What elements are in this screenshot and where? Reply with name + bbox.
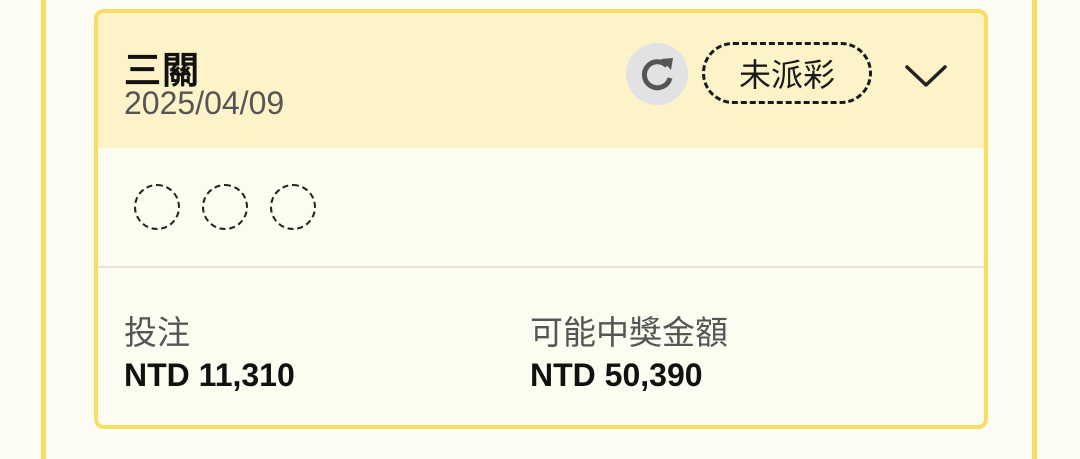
bet-amount-value: NTD 11,310 — [124, 357, 295, 393]
refresh-button[interactable] — [626, 43, 688, 105]
expand-button[interactable] — [902, 57, 950, 95]
page-frame-left-border — [41, 0, 46, 459]
potential-payout-value: NTD 50,390 — [530, 357, 703, 393]
potential-payout-label: 可能中獎金額 — [530, 314, 728, 351]
refresh-icon — [641, 58, 673, 91]
ticket-header[interactable]: 三關 2025/04/09 未派彩 — [98, 13, 984, 148]
bet-ticket-card: 三關 2025/04/09 未派彩 投注 NTD 11,310 可能中獎金額 N… — [94, 9, 988, 429]
page-frame-right-border — [1032, 0, 1037, 459]
section-divider — [98, 266, 984, 268]
chevron-down-icon — [905, 65, 947, 87]
potential-payout-stat: 可能中獎金額 NTD 50,390 — [530, 313, 728, 395]
number-ball-empty — [202, 184, 248, 230]
number-ball-empty — [270, 184, 316, 230]
selected-numbers-row — [98, 148, 984, 266]
ticket-date: 2025/04/09 — [124, 85, 285, 121]
bet-amount-stat: 投注 NTD 11,310 — [124, 313, 295, 395]
bet-amount-label: 投注 — [124, 314, 190, 351]
status-badge: 未派彩 — [702, 42, 872, 104]
number-ball-empty — [134, 184, 180, 230]
